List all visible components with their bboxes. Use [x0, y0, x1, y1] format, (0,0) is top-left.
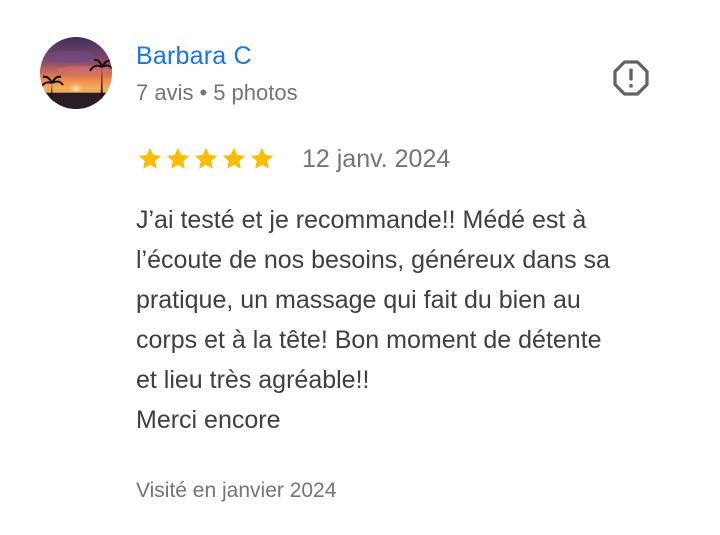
avatar[interactable]: [40, 37, 112, 109]
visit-info: Visité en janvier 2024: [136, 479, 337, 502]
star-icon: [194, 147, 218, 169]
reviews-count: 7 avis: [136, 80, 194, 105]
star-icon: [166, 147, 190, 169]
meta-separator: •: [199, 80, 208, 105]
review-date: 12 janv. 2024: [302, 145, 451, 173]
report-review-button[interactable]: [610, 57, 652, 99]
star-icon: [138, 147, 162, 169]
avatar-image: [40, 37, 112, 109]
rating-row: 12 janv. 2024: [136, 142, 450, 176]
star-rating: [136, 145, 276, 173]
star-icon: [250, 147, 274, 169]
review-text-line: Merci encore: [136, 406, 281, 434]
review-card: Barbara C 7 avis • 5 photos 12 janv. 2024 …: [0, 0, 720, 535]
star-icon: [222, 147, 246, 169]
photos-count: 5 photos: [213, 80, 298, 105]
review-text: J’ai testé et je recommande!! Médé est à…: [136, 200, 696, 440]
author-name-link[interactable]: Barbara C: [136, 40, 252, 72]
author-meta: 7 avis • 5 photos: [136, 78, 298, 108]
review-text-line: pratique, un massage qui fait du bien au: [136, 286, 581, 314]
review-text-line: J’ai testé et je recommande!! Médé est à: [136, 206, 587, 234]
review-text-line: corps et à la tête! Bon moment de détent…: [136, 326, 602, 354]
review-text-line: et lieu très agréable!!: [136, 366, 370, 394]
review-text-line: l’écoute de nos besoins, généreux dans s…: [136, 246, 610, 274]
report-flag-icon: [613, 60, 649, 96]
